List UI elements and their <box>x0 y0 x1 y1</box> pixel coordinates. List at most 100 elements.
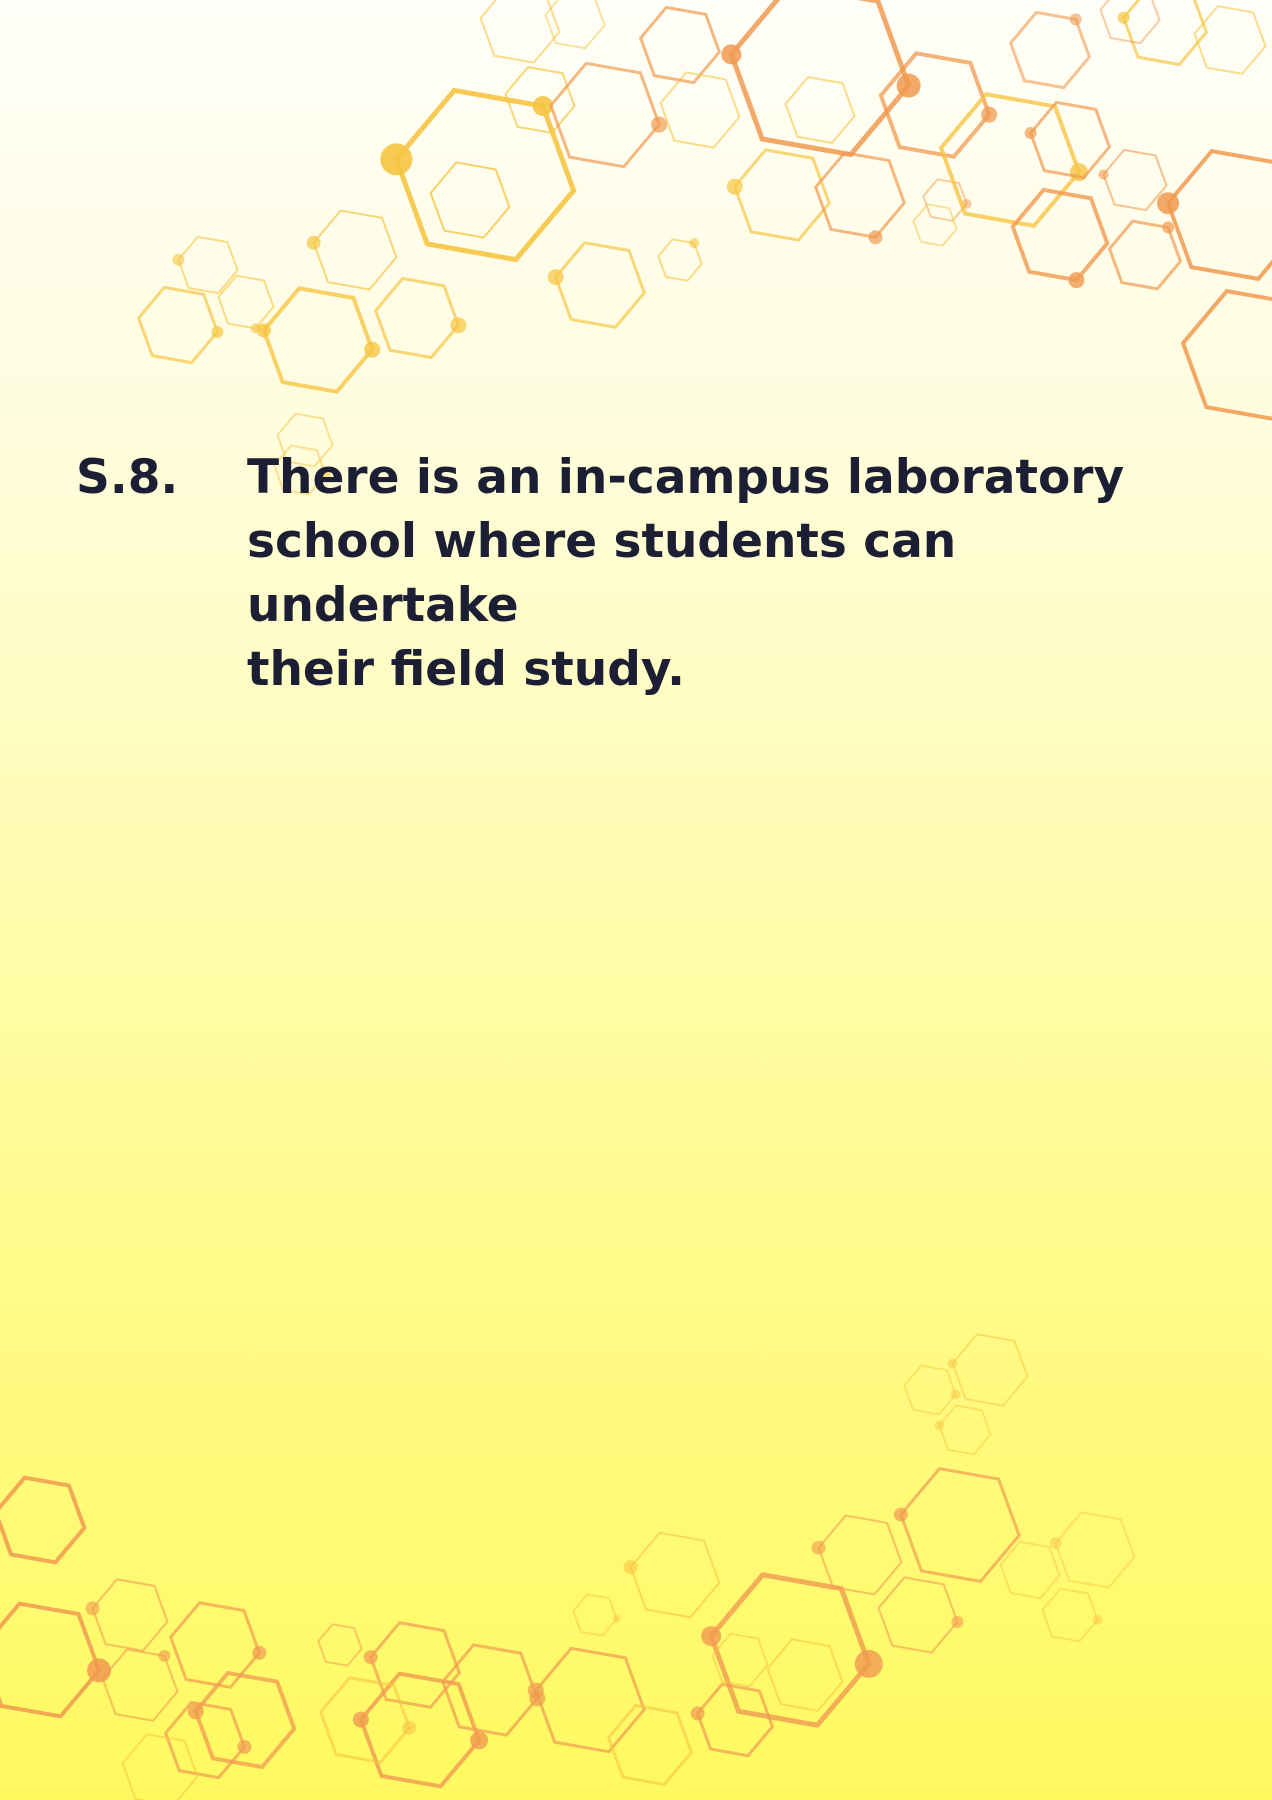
hexagon-pattern-decoration <box>0 0 1272 1800</box>
hexagon-node-dot <box>811 1540 826 1555</box>
hexagon-node-dot <box>951 1615 964 1628</box>
hexagon-shape <box>1054 1511 1136 1589</box>
hexagon-node-dot <box>1098 169 1109 180</box>
hexagon-node-dot <box>701 1626 722 1647</box>
hexagon-shape <box>429 161 511 239</box>
hexagon-node-dot <box>252 1645 267 1660</box>
hexagon-node-dot <box>211 325 224 338</box>
hexagon-node-dot <box>950 1389 961 1400</box>
hexagon-shape <box>728 0 912 158</box>
hexagon-shape <box>91 1578 169 1652</box>
hexagon-shape <box>373 276 461 360</box>
hexagon-shape <box>317 1623 363 1667</box>
hexagon-cluster-top <box>136 0 1272 496</box>
hexagon-node-dot <box>172 253 185 266</box>
hexagon-node-dot <box>896 73 921 98</box>
hexagon-node-dot <box>947 1358 958 1369</box>
statement-line: There is an in-campus laboratory <box>247 450 1125 505</box>
hexagon-node-dot <box>237 1739 252 1754</box>
hexagon-shape <box>878 51 992 159</box>
hexagon-node-dot <box>690 1706 705 1721</box>
hexagon-shape <box>1041 1587 1099 1643</box>
hexagon-node-dot <box>1024 127 1037 140</box>
hexagon-node-dot <box>527 1682 544 1699</box>
hexagon-cluster-bottom <box>0 1333 1136 1800</box>
hexagon-shape <box>938 1404 992 1456</box>
hexagon-node-dot <box>726 178 743 195</box>
hexagon-shape <box>0 1601 102 1719</box>
hexagon-shape <box>766 1638 844 1712</box>
hexagon-node-dot <box>721 44 742 65</box>
hexagon-shape <box>121 1733 199 1800</box>
document-page: S.8. There is an in-campus laboratory sc… <box>0 0 1272 1800</box>
hexagon-node-dot <box>1162 221 1175 234</box>
hexagon-node-dot <box>868 230 883 245</box>
hexagon-shape <box>733 148 831 242</box>
hexagon-node-dot <box>256 323 271 338</box>
hexagon-node-dot <box>547 269 564 286</box>
hexagon-node-dot <box>87 1658 112 1683</box>
hexagon-shape <box>479 0 561 64</box>
hexagon-shape <box>708 1572 872 1728</box>
hexagon-shape <box>938 92 1082 228</box>
hexagon-shape <box>393 87 577 263</box>
statement-number: S.8. <box>76 450 179 505</box>
hexagon-node-dot <box>402 1720 417 1735</box>
hexagon-shape <box>999 1540 1061 1600</box>
hexagon-node-dot <box>1117 11 1130 24</box>
statement-line: school where students can undertake <box>247 514 957 633</box>
hexagon-node-dot <box>1069 13 1082 26</box>
statement-block: S.8. There is an in-campus laboratory sc… <box>76 446 1186 702</box>
hexagon-node-dot <box>364 341 381 358</box>
hexagon-shape <box>261 286 375 394</box>
hexagon-shape <box>1102 148 1168 212</box>
hexagon-shape <box>1165 148 1272 282</box>
hexagon-shape <box>544 0 606 50</box>
hexagon-node-dot <box>1157 192 1180 215</box>
hexagon-shape <box>817 1514 903 1596</box>
hexagon-node-dot <box>623 1560 638 1575</box>
hexagon-shape <box>912 203 958 247</box>
hexagon-shape <box>1121 0 1209 67</box>
statement-line: their field study. <box>247 642 686 697</box>
hexagon-shape <box>1010 187 1110 283</box>
hexagon-node-dot <box>470 1731 489 1750</box>
hexagon-node-dot <box>854 1649 883 1678</box>
hexagon-shape <box>534 1646 646 1754</box>
hexagon-node-dot <box>651 116 668 133</box>
hexagon-node-dot <box>1068 272 1085 289</box>
hexagon-shape <box>1193 5 1267 75</box>
hexagon-node-dot <box>1069 163 1088 182</box>
hexagon-shape <box>441 1643 539 1737</box>
hexagon-shape <box>358 1671 482 1789</box>
hexagon-shape <box>606 1703 694 1787</box>
statement-text: There is an in-campus laboratory school … <box>247 446 1186 702</box>
hexagon-node-dot <box>934 1420 945 1431</box>
hexagon-shape <box>813 151 907 239</box>
hexagon-shape <box>553 241 647 329</box>
hexagon-node-dot <box>612 1614 621 1623</box>
hexagon-shape <box>638 5 722 85</box>
hexagon-node-dot <box>363 1650 378 1665</box>
hexagon-shape <box>312 209 398 291</box>
hexagon-node-dot <box>1092 1614 1103 1625</box>
hexagon-shape <box>136 285 220 365</box>
hexagon-node-dot <box>85 1601 100 1616</box>
hexagon-shape <box>659 71 741 149</box>
hexagon-node-dot <box>689 238 700 249</box>
hexagon-node-dot <box>981 106 998 123</box>
hexagon-node-dot <box>450 317 467 334</box>
hexagon-node-dot <box>352 1711 369 1728</box>
hexagon-shape <box>877 1576 959 1654</box>
hexagon-node-dot <box>306 235 321 250</box>
hexagon-shape <box>0 1475 87 1565</box>
hexagon-shape <box>951 1333 1029 1407</box>
hexagon-shape <box>572 1593 618 1637</box>
hexagon-shape <box>903 1364 957 1416</box>
hexagon-node-dot <box>380 143 413 176</box>
hexagon-shape <box>1180 288 1272 421</box>
hexagon-shape <box>784 76 856 144</box>
hexagon-shape <box>1028 100 1112 180</box>
hexagon-node-dot <box>1049 1537 1062 1550</box>
hexagon-shape <box>629 1531 721 1619</box>
